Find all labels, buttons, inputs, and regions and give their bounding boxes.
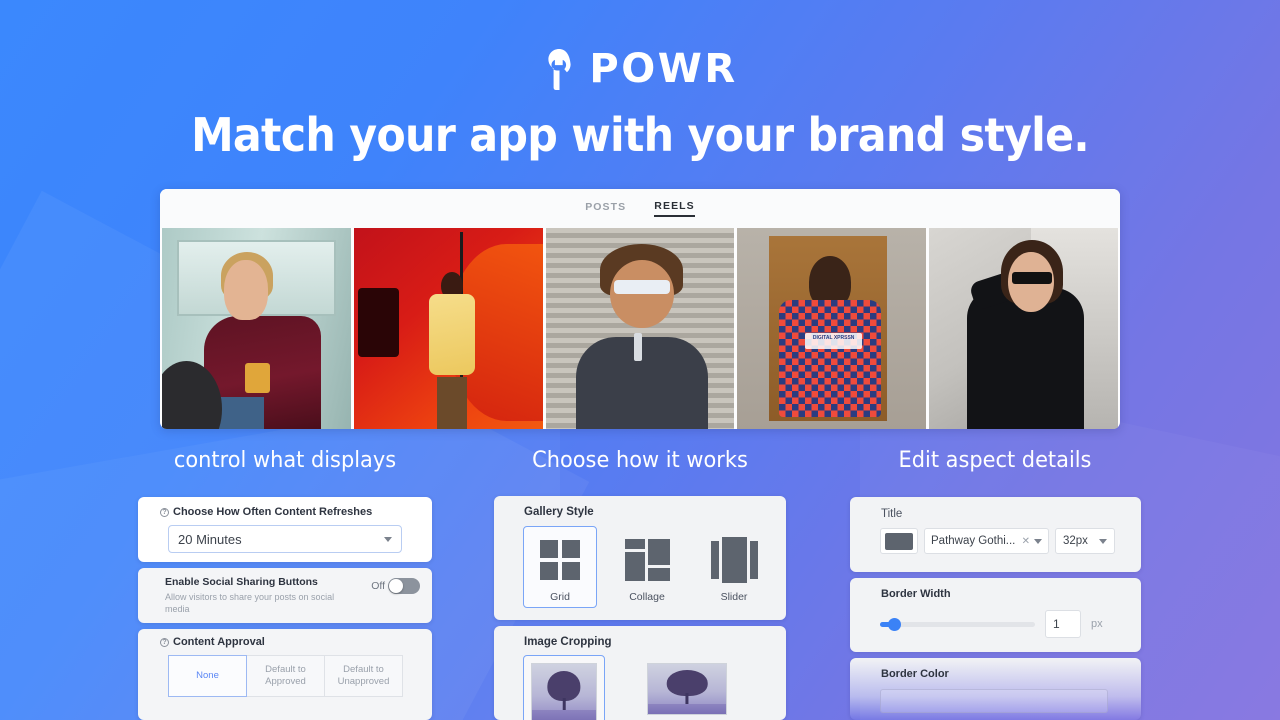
help-circle-icon[interactable]: ? (160, 507, 169, 517)
panel-border-color: Border Color (850, 658, 1141, 720)
title-font-size-value: 32px (1063, 535, 1088, 547)
shirt-graphic-text: DIGITAL XPRSSN (805, 332, 862, 349)
brand-name: POWR (589, 46, 738, 92)
approval-label: Content Approval (173, 636, 265, 648)
panel-content-approval: ? Content Approval None Default to Appro… (138, 629, 432, 720)
border-color-label: Border Color (881, 668, 949, 680)
refresh-interval-value: 20 Minutes (178, 531, 242, 547)
approval-segmented-control: None Default to Approved Default to Unap… (168, 655, 403, 697)
image-cropping-label: Image Cropping (524, 636, 612, 648)
collage-layout-icon (611, 534, 683, 586)
approval-option-default-unapproved[interactable]: Default to Unapproved (325, 655, 403, 697)
photo-item[interactable] (162, 228, 351, 429)
widget-tab-bar: POSTS REELS (160, 189, 1120, 228)
border-width-slider[interactable] (880, 617, 1035, 631)
column-title-middle: Choose how it works (532, 448, 748, 473)
help-circle-icon[interactable]: ? (160, 637, 169, 647)
refresh-label: Choose How Often Content Refreshes (173, 506, 373, 518)
title-section-label: Title (881, 508, 903, 520)
refresh-label-row: ? Choose How Often Content Refreshes (160, 506, 432, 518)
photo-item[interactable] (929, 228, 1118, 429)
gallery-style-option-grid[interactable]: Grid (523, 526, 597, 608)
grid-layout-icon (524, 534, 596, 586)
gallery-style-option-collage[interactable]: Collage (610, 526, 684, 608)
gallery-style-collage-label: Collage (629, 591, 665, 603)
gallery-style-grid-label: Grid (550, 591, 570, 603)
photo-item[interactable] (545, 228, 735, 429)
crop-option-landscape[interactable] (639, 655, 735, 720)
border-color-picker[interactable] (880, 689, 1108, 713)
powr-wrench-icon (542, 48, 576, 90)
chevron-down-icon (384, 536, 392, 542)
toggle-state-label: Off (371, 580, 385, 592)
social-sharing-description: Allow visitors to share your posts on so… (165, 592, 335, 614)
page-headline: Match your app with your brand style. (191, 108, 1090, 162)
gallery-widget-preview: POSTS REELS DIGITAL XPRSSN (160, 189, 1120, 429)
chevron-down-icon (1034, 538, 1042, 544)
tree-thumbnail (531, 663, 597, 720)
border-width-unit: px (1091, 618, 1103, 630)
column-title-left: control what displays (173, 448, 397, 473)
panel-border-width: Border Width 1 px (850, 578, 1141, 652)
panel-content-refresh: ? Choose How Often Content Refreshes 20 … (138, 497, 432, 562)
color-swatch (885, 532, 913, 550)
gallery-style-label: Gallery Style (524, 506, 594, 518)
panel-image-cropping: Image Cropping (494, 626, 786, 720)
tab-reels[interactable]: REELS (654, 200, 695, 217)
tab-posts[interactable]: POSTS (585, 201, 626, 216)
approval-option-none[interactable]: None (168, 655, 247, 697)
refresh-interval-select[interactable]: 20 Minutes (168, 525, 402, 553)
slider-layout-icon (698, 534, 770, 586)
border-width-input[interactable]: 1 (1045, 610, 1081, 638)
crop-option-square[interactable] (523, 655, 605, 720)
gallery-style-slider-label: Slider (720, 591, 748, 603)
tree-thumbnail (647, 663, 727, 715)
title-font-size-select[interactable]: 32px (1055, 528, 1115, 554)
slider-thumb[interactable] (888, 617, 901, 631)
panel-social-sharing: Enable Social Sharing Buttons Allow visi… (138, 568, 432, 623)
photo-item[interactable]: DIGITAL XPRSSN (737, 228, 927, 429)
panel-gallery-style: Gallery Style Grid Collage Slider (494, 496, 786, 620)
social-sharing-toggle-group[interactable]: Off (371, 576, 420, 594)
approval-label-row: ? Content Approval (160, 636, 432, 648)
social-sharing-title: Enable Social Sharing Buttons (165, 576, 318, 588)
title-font-value: Pathway Gothi... (931, 535, 1016, 547)
brand-logo: POWR (0, 46, 1280, 92)
border-width-label: Border Width (881, 588, 951, 600)
title-color-picker[interactable] (880, 528, 918, 554)
chevron-down-icon (1099, 538, 1107, 544)
column-title-right: Edit aspect details (898, 448, 1092, 473)
gallery-style-option-slider[interactable]: Slider (697, 526, 771, 608)
photo-item[interactable] (353, 228, 543, 429)
photo-strip: DIGITAL XPRSSN (160, 228, 1120, 429)
social-sharing-toggle[interactable] (388, 578, 420, 594)
panel-title-style: Title Pathway Gothi... ✕ 32px (850, 497, 1141, 572)
approval-option-default-approved[interactable]: Default to Approved (247, 655, 325, 697)
title-font-select[interactable]: Pathway Gothi... ✕ (924, 528, 1049, 554)
close-icon[interactable]: ✕ (1022, 536, 1030, 547)
